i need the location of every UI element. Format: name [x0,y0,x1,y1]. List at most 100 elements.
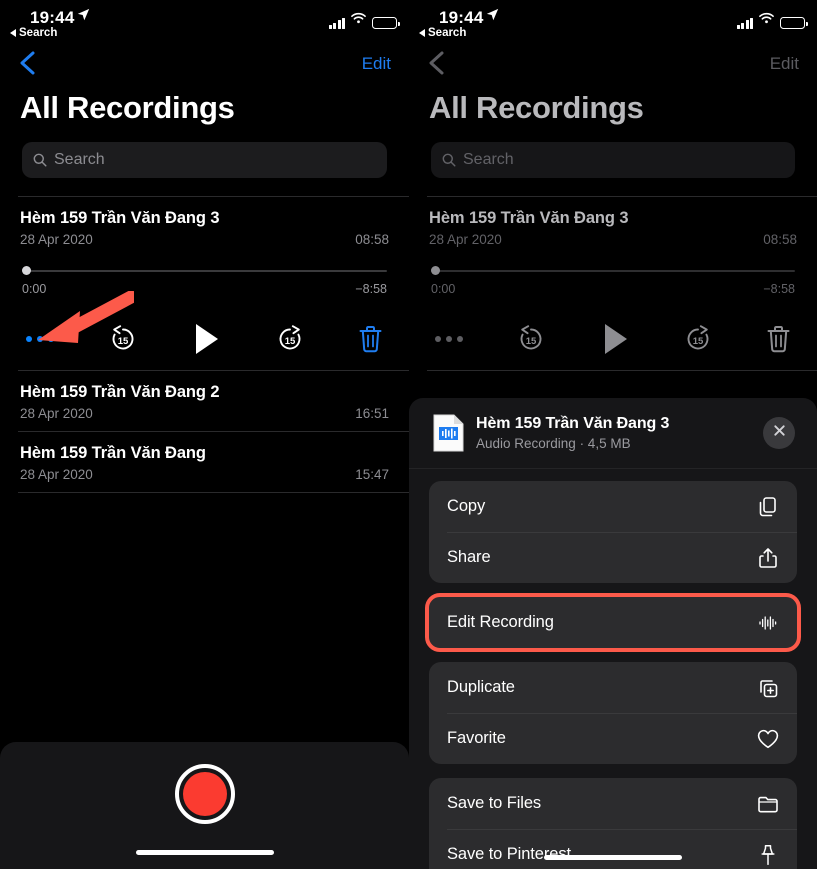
search-icon [33,153,47,167]
list-item[interactable]: Hèm 159 Trần Văn Đang 2 28 Apr 2020 16:5… [0,371,409,431]
menu-item-save-to-pinterest[interactable]: Save to Pinterest [429,829,797,869]
share-sheet: Hèm 159 Trần Văn Đang 3 Audio Recording … [409,398,817,869]
recording-title: Hèm 159 Trần Văn Đang 3 [20,209,220,227]
list-separator [427,370,817,371]
recordings-list: Hèm 159 Trần Văn Đang 3 28 Apr 2020 08:5… [0,196,409,493]
elapsed-time: 0:00 [22,282,47,296]
cellular-signal-icon [736,17,753,29]
menu-group-edit-recording: Edit Recording [425,593,801,652]
edit-button[interactable]: Edit [362,54,391,74]
wifi-icon [759,11,774,29]
player-times: 0:00 −8:58 [22,282,387,296]
duplicate-icon [756,676,780,700]
recording-date: 28 Apr 2020 [20,232,93,247]
recording-title: Hèm 159 Trần Văn Đang 3 [429,209,629,227]
list-separator [18,492,409,493]
recording-title: Hèm 159 Trần Văn Đang [20,444,206,462]
more-button[interactable] [435,336,463,342]
list-item[interactable]: Hèm 159 Trần Văn Đang 3 28 Apr 2020 08:5… [409,197,817,257]
status-back-to-search[interactable]: Search [10,27,57,39]
menu-item-label: Favorite [447,729,506,747]
more-dots-icon [26,336,54,342]
delete-button[interactable] [358,324,383,354]
triangle-left-icon [10,29,16,37]
waveform-icon [756,611,780,635]
delete-button[interactable] [766,324,791,354]
scrubber-knob[interactable] [431,266,440,275]
scrubber[interactable] [431,266,795,275]
nav-bar: Edit [0,44,409,84]
status-bar: 19:44 Search [0,0,409,44]
transport-controls: 15 15 [22,322,387,356]
menu-item-save-to-files[interactable]: Save to Files [429,778,797,829]
rewind-15-button[interactable]: 15 [516,324,546,354]
menu-item-label: Save to Files [447,794,542,812]
forward-15-button[interactable]: 15 [275,324,305,354]
menu-group-copy-share: Copy Share [429,481,797,583]
menu-item-share[interactable]: Share [429,532,797,583]
battery-icon [780,17,808,29]
cellular-signal-icon [328,17,345,29]
search-input[interactable]: Search [22,142,387,178]
wifi-icon [351,11,366,29]
home-indicator[interactable] [544,855,682,860]
remaining-time: −8:58 [355,282,387,296]
search-icon [442,153,456,167]
player-controls: 0:00 −8:58 15 15 [409,257,817,370]
record-tray [0,742,409,869]
scrubber[interactable] [22,266,387,275]
menu-item-favorite[interactable]: Favorite [429,713,797,764]
status-time: 19:44 [439,8,484,27]
menu-item-duplicate[interactable]: Duplicate [429,662,797,713]
share-sheet-file-title: Hèm 159 Trần Văn Đang 3 [476,415,670,432]
battery-icon [372,17,400,29]
recordings-list: Hèm 159 Trần Văn Đang 3 28 Apr 2020 08:5… [409,196,817,371]
share-icon [756,546,780,570]
status-back-label: Search [428,27,467,39]
svg-text:15: 15 [526,336,537,347]
back-button[interactable] [14,48,42,78]
close-button[interactable] [763,417,795,449]
home-indicator[interactable] [135,850,274,855]
remaining-time: −8:58 [763,282,795,296]
status-back-label: Search [19,27,58,39]
location-arrow-icon [486,8,499,24]
elapsed-time: 0:00 [431,282,456,296]
list-item[interactable]: Hèm 159 Trần Văn Đang 3 28 Apr 2020 08:5… [0,197,409,257]
status-back-to-search[interactable]: Search [419,27,466,39]
copy-icon [756,495,780,519]
back-button[interactable] [423,48,451,78]
right-screen: 19:44 Search Edit All Recordings Search … [409,0,817,869]
svg-text:15: 15 [284,336,295,347]
scrubber-knob[interactable] [22,266,31,275]
transport-controls: 15 15 [431,322,795,356]
menu-item-label: Duplicate [447,678,515,696]
pin-icon [756,843,780,867]
page-title: All Recordings [20,90,235,125]
list-item[interactable]: Hèm 159 Trần Văn Đang 28 Apr 2020 15:47 [0,432,409,492]
share-sheet-header: Hèm 159 Trần Văn Đang 3 Audio Recording … [429,398,797,468]
menu-item-edit-recording[interactable]: Edit Recording [429,597,797,648]
share-sheet-file-meta: Audio Recording · 4,5 MB [476,436,631,451]
edit-button[interactable]: Edit [770,54,799,74]
menu-item-label: Share [447,548,491,566]
left-screen: 19:44 Search Edit All Recordings Search … [0,0,409,869]
more-dots-icon [435,336,463,342]
search-input[interactable]: Search [431,142,795,178]
location-arrow-icon [77,8,90,24]
recording-date: 28 Apr 2020 [429,232,502,247]
menu-item-label: Edit Recording [447,613,554,631]
play-button[interactable] [191,322,221,356]
player-controls: 0:00 −8:58 15 15 [0,257,409,370]
menu-item-copy[interactable]: Copy [429,481,797,532]
forward-15-button[interactable]: 15 [683,324,713,354]
play-button[interactable] [600,322,630,356]
search-placeholder: Search [54,151,105,168]
share-sheet-file-info: Hèm 159 Trần Văn Đang 3 Audio Recording … [476,415,751,451]
rewind-15-button[interactable]: 15 [108,324,138,354]
triangle-left-icon [419,29,425,37]
search-placeholder: Search [463,151,514,168]
more-button[interactable] [26,336,54,342]
screenshot-stage: 19:44 Search Edit All Recordings Search … [0,0,817,869]
record-button[interactable] [174,764,235,824]
